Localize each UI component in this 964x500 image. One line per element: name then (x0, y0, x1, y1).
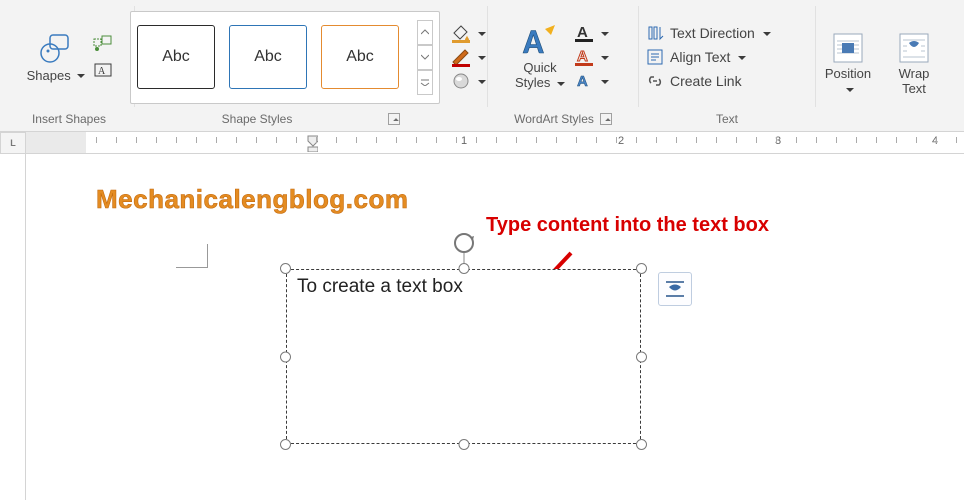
text-effects-icon: A (573, 71, 595, 91)
quick-styles-button[interactable]: A Quick Styles (511, 21, 569, 93)
resize-handle[interactable] (280, 439, 291, 450)
shape-fill-button[interactable] (450, 23, 486, 43)
edit-shape-button[interactable] (91, 32, 115, 56)
group-shape-styles: Abc Abc Abc (135, 0, 487, 131)
dialog-launcher-icon[interactable] (388, 113, 400, 125)
text-direction-button[interactable]: Text Direction (645, 24, 771, 42)
shapes-icon (38, 31, 74, 67)
layout-options-icon (663, 277, 687, 301)
ruler-mark: 1 (461, 135, 467, 147)
group-arrange: Position Wrap Text (816, 0, 946, 131)
gallery-more[interactable] (417, 70, 433, 95)
chevron-down-icon (760, 25, 771, 41)
group-text: Text Direction Align Text Create Link Te… (639, 0, 815, 131)
position-label: Position (825, 66, 871, 81)
group-insert-shapes: Shapes A Insert Shapes (4, 0, 134, 131)
align-text-label: Align Text (670, 49, 730, 65)
group-label-text: Text (716, 112, 738, 126)
group-label-insert-shapes: Insert Shapes (32, 112, 106, 126)
text-fill-button[interactable]: A (573, 23, 609, 43)
group-wordart-styles: A Quick Styles A A A (488, 0, 638, 131)
watermark-text: Mechanicalengblog.com (96, 184, 408, 215)
text-direction-label: Text Direction (670, 25, 755, 41)
style-swatch-1[interactable]: Abc (137, 25, 215, 89)
ribbon: Shapes A Insert Shapes Abc Abc Abc (0, 0, 964, 132)
ruler-mark: 2 (618, 135, 624, 147)
align-text-button[interactable]: Align Text (645, 48, 746, 66)
effects-icon (450, 71, 472, 91)
chevron-down-icon (598, 26, 609, 41)
textbox-frame[interactable]: To create a text box (286, 269, 641, 444)
pen-outline-icon (450, 47, 472, 67)
paragraph-mark-icon (176, 244, 208, 268)
shapes-button[interactable]: Shapes (23, 29, 90, 86)
chevron-down-icon (843, 81, 854, 96)
shape-effects-button[interactable] (450, 71, 486, 91)
chevron-down-icon (475, 50, 486, 65)
chevron-down-icon (475, 74, 486, 89)
text-direction-icon (646, 24, 664, 42)
gallery-down[interactable] (417, 45, 433, 70)
wrap-text-button[interactable]: Wrap Text (886, 29, 942, 99)
group-label-shape-styles: Shape Styles (222, 112, 293, 126)
group-label-wordart: WordArt Styles (514, 112, 594, 126)
chevron-down-icon (74, 68, 85, 83)
layout-options-button[interactable] (658, 272, 692, 306)
resize-handle[interactable] (458, 439, 469, 450)
gallery-up[interactable] (417, 20, 433, 45)
ruler-corner: L (0, 132, 26, 154)
wordart-a-icon: A (521, 23, 559, 59)
resize-handle[interactable] (636, 263, 647, 274)
dialog-launcher-icon[interactable] (600, 113, 612, 125)
resize-handle[interactable] (280, 263, 291, 274)
text-outline-icon: A (573, 47, 595, 67)
wrap-text-label: Wrap Text (899, 66, 930, 96)
text-outline-button[interactable]: A (573, 47, 609, 67)
annotation-callout: Type content into the text box (486, 214, 769, 237)
ruler-inactive (26, 132, 86, 153)
shape-style-gallery[interactable]: Abc Abc Abc (130, 11, 440, 104)
svg-text:A: A (523, 23, 544, 59)
resize-handle[interactable] (636, 439, 647, 450)
link-icon (646, 72, 664, 90)
style-swatch-2[interactable]: Abc (229, 25, 307, 89)
vertical-ruler[interactable] (0, 154, 26, 500)
resize-handle[interactable] (636, 351, 647, 362)
shape-outline-button[interactable] (450, 47, 486, 67)
quick-styles-label: Quick Styles (515, 60, 557, 90)
shapes-label: Shapes (27, 68, 71, 83)
chevron-down-icon (598, 74, 609, 89)
align-text-icon (646, 48, 664, 66)
svg-text:A: A (98, 66, 106, 77)
create-link-label: Create Link (670, 73, 742, 89)
resize-handle[interactable] (280, 351, 291, 362)
svg-text:A: A (577, 24, 588, 41)
ruler-mark: 4 (932, 135, 938, 147)
style-swatch-3[interactable]: Abc (321, 25, 399, 89)
svg-text:A: A (577, 48, 588, 65)
wrap-text-icon (897, 31, 931, 65)
resize-handle[interactable] (458, 263, 469, 274)
chevron-down-icon (735, 49, 746, 65)
textbox-content[interactable]: To create a text box (287, 270, 640, 304)
chevron-down-icon (475, 26, 486, 41)
textbox-icon: A (93, 62, 113, 80)
position-button[interactable]: Position (820, 29, 876, 99)
position-icon (831, 31, 865, 65)
chevron-down-icon (598, 50, 609, 65)
edit-shape-icon (93, 35, 113, 53)
document-page: Mechanicalengblog.com Type content into … (26, 154, 964, 500)
text-effects-button[interactable]: A (573, 71, 609, 91)
chevron-down-icon (554, 75, 565, 90)
draw-textbox-button[interactable]: A (91, 59, 115, 83)
horizontal-ruler[interactable]: 1 2 3 4 (26, 132, 964, 154)
text-fill-icon: A (573, 23, 595, 43)
paint-bucket-icon (450, 23, 472, 43)
selected-textbox[interactable]: To create a text box (286, 269, 641, 444)
create-link-button[interactable]: Create Link (645, 72, 742, 90)
gallery-scroll[interactable] (417, 20, 433, 95)
svg-text:A: A (577, 73, 588, 90)
